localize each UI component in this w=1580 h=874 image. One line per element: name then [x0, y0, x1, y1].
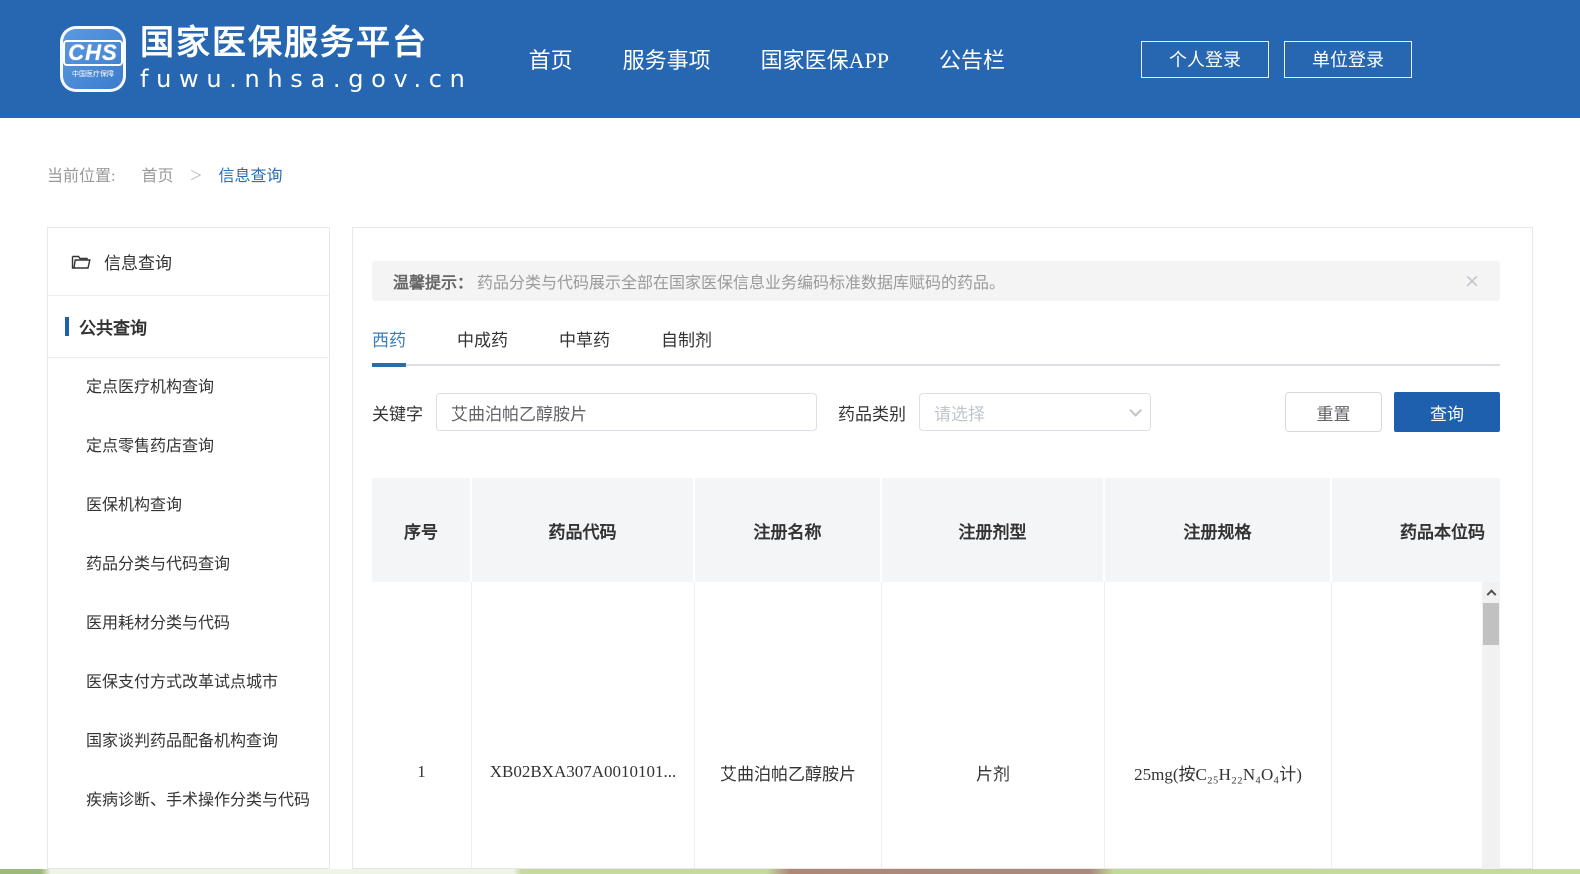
category-select-placeholder: 请选择: [934, 400, 1129, 425]
cell-drug-code: XB02BXA307A0010101...: [472, 582, 695, 869]
query-button[interactable]: 查询: [1394, 392, 1500, 432]
nav-item-app[interactable]: 国家医保APP: [761, 43, 889, 75]
footer-image-edge: [0, 869, 1580, 874]
chs-logo-text: CHS: [63, 40, 122, 66]
reset-button[interactable]: 重置: [1285, 392, 1382, 432]
sidebar-item-negotiated-drug-orgs[interactable]: 国家谈判药品配备机构查询: [48, 712, 329, 771]
main-nav: 首页 服务事项 国家医保APP 公告栏: [529, 43, 1005, 75]
sidebar-section-label: 公共查询: [79, 314, 147, 339]
breadcrumb-separator-icon: ＞: [189, 165, 202, 184]
sidebar-item-disease-diagnosis-codes[interactable]: 疾病诊断、手术操作分类与代码: [48, 771, 329, 830]
breadcrumb: 当前位置: 首页 ＞ 信息查询: [47, 164, 1580, 184]
top-header: CHS 中国医疗保障 国家医保服务平台 fuwu.nhsa.gov.cn 首页 …: [0, 0, 1580, 118]
col-header-drug-code: 药品代码: [472, 478, 695, 582]
col-header-index: 序号: [372, 478, 472, 582]
nav-item-services[interactable]: 服务事项: [623, 43, 711, 75]
notice-bar: 温馨提示： 药品分类与代码展示全部在国家医保信息业务编码标准数据库赋码的药品。 …: [372, 261, 1500, 301]
sidebar-item-designated-pharmacies[interactable]: 定点零售药店查询: [48, 417, 329, 476]
folder-icon: [71, 253, 91, 270]
table-header-row: 序号 药品代码 注册名称 注册剂型 注册规格 药品本位码: [372, 478, 1500, 582]
cell-dosage-form: 片剂: [882, 582, 1105, 869]
cell-specification: 25mg(按C₂₅H₂₂N₄O₄计): [1105, 582, 1332, 869]
close-icon[interactable]: ×: [1464, 272, 1480, 291]
cell-registered-name: 艾曲泊帕乙醇胺片: [695, 582, 882, 869]
tab-chinese-herbal-medicine[interactable]: 中草药: [559, 326, 610, 364]
col-header-standard-code: 药品本位码: [1332, 478, 1500, 582]
breadcrumb-prefix: 当前位置:: [47, 162, 115, 186]
chs-logo-subtext: 中国医疗保障: [72, 69, 114, 79]
cell-index: 1: [372, 582, 472, 869]
col-header-dosage-form: 注册剂型: [882, 478, 1105, 582]
sidebar-item-info-query[interactable]: 信息查询: [48, 228, 329, 296]
sidebar-item-medical-consumables[interactable]: 医用耗材分类与代码: [48, 594, 329, 653]
notice-label: 温馨提示：: [393, 269, 473, 293]
chevron-down-icon: [1129, 404, 1142, 417]
cell-standard-code: [1332, 582, 1500, 869]
tab-western-medicine[interactable]: 西药: [372, 326, 406, 364]
notice-text: 药品分类与代码展示全部在国家医保信息业务编码标准数据库赋码的药品。: [477, 269, 1005, 293]
chs-logo-icon: CHS 中国医疗保障: [60, 26, 126, 92]
tab-self-made-preparation[interactable]: 自制剂: [661, 326, 712, 364]
sidebar-item-drug-code-query[interactable]: 药品分类与代码查询: [48, 535, 329, 594]
results-table: 序号 药品代码 注册名称 注册剂型 注册规格 药品本位码 1 XB02BXA30…: [372, 478, 1500, 869]
active-section-bar: [65, 317, 69, 336]
table-scrollbar[interactable]: [1482, 582, 1500, 869]
chevron-up-icon: [1486, 589, 1496, 599]
scrollbar-up-arrow[interactable]: [1482, 582, 1500, 600]
sidebar-item-designated-medical-orgs[interactable]: 定点医疗机构查询: [48, 358, 329, 417]
sidebar: 信息查询 公共查询 定点医疗机构查询 定点零售药店查询 医保机构查询 药品分类与…: [47, 227, 330, 869]
sidebar-root-label: 信息查询: [104, 249, 172, 274]
keyword-label: 关键字: [372, 400, 423, 425]
nav-item-announcements[interactable]: 公告栏: [939, 43, 1005, 75]
site-logo[interactable]: CHS 中国医疗保障 国家医保服务平台 fuwu.nhsa.gov.cn: [60, 24, 473, 94]
col-header-registered-name: 注册名称: [695, 478, 882, 582]
breadcrumb-home-link[interactable]: 首页: [141, 162, 173, 186]
table-row: 1 XB02BXA307A0010101... 艾曲泊帕乙醇胺片 片剂 25mg…: [372, 582, 1500, 869]
nav-item-home[interactable]: 首页: [529, 43, 573, 75]
drug-type-tabs: 西药 中成药 中草药 自制剂: [372, 326, 1500, 366]
search-bar: 关键字 药品类别 请选择 重置 查询: [372, 392, 1500, 432]
personal-login-button[interactable]: 个人登录: [1141, 41, 1269, 78]
site-domain: fuwu.nhsa.gov.cn: [140, 64, 473, 94]
category-select[interactable]: 请选择: [919, 393, 1151, 431]
sidebar-section-public-query[interactable]: 公共查询: [48, 296, 329, 358]
tab-chinese-patent-medicine[interactable]: 中成药: [457, 326, 508, 364]
sidebar-item-payment-reform-cities[interactable]: 医保支付方式改革试点城市: [48, 653, 329, 712]
keyword-input[interactable]: [436, 393, 817, 431]
col-header-specification: 注册规格: [1105, 478, 1332, 582]
unit-login-button[interactable]: 单位登录: [1284, 41, 1412, 78]
sidebar-item-insurance-orgs[interactable]: 医保机构查询: [48, 476, 329, 535]
main-panel: 温馨提示： 药品分类与代码展示全部在国家医保信息业务编码标准数据库赋码的药品。 …: [352, 227, 1533, 869]
category-label: 药品类别: [838, 400, 906, 425]
scrollbar-thumb[interactable]: [1483, 603, 1499, 645]
site-title: 国家医保服务平台: [140, 24, 473, 62]
breadcrumb-current-link[interactable]: 信息查询: [218, 162, 282, 186]
